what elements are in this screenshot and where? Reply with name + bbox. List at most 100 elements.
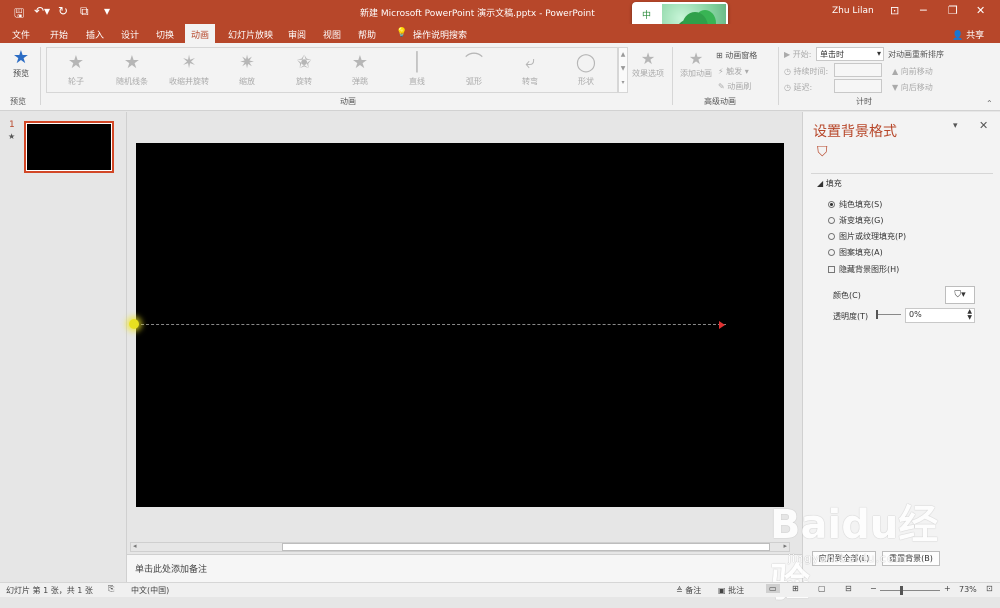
anim-shrink-turn[interactable]: ✶ 收缩并旋转 bbox=[164, 52, 214, 87]
animation-pane-button[interactable]: ⊞ 动画窗格 bbox=[716, 50, 757, 61]
start-select[interactable]: 单击时 ▾ bbox=[816, 47, 884, 61]
customize-qat-icon[interactable]: ▾ bbox=[104, 4, 110, 18]
pane-options-chevron-icon[interactable]: ▾ bbox=[953, 121, 958, 131]
gradient-fill-radio[interactable] bbox=[828, 217, 835, 224]
arc-path-icon: ⌒ bbox=[465, 52, 483, 73]
scroll-left-icon[interactable]: ◂ bbox=[133, 542, 137, 550]
anim-swivel[interactable]: ✬ 旋转 bbox=[279, 52, 329, 87]
slide-number: 1 bbox=[9, 120, 15, 130]
slide-sorter-icon[interactable]: ⊞ bbox=[792, 584, 799, 593]
anim-bounce[interactable]: ★ 弹跳 bbox=[335, 52, 385, 87]
solid-fill-radio[interactable] bbox=[828, 201, 835, 208]
anim-shapes[interactable]: ◯ 形状 bbox=[561, 52, 611, 87]
redo-icon[interactable]: ↻ bbox=[58, 4, 68, 18]
zoom-slider-handle[interactable] bbox=[900, 586, 903, 595]
scrollbar-thumb[interactable] bbox=[282, 543, 770, 551]
language-indicator[interactable]: 中文(中国) bbox=[131, 585, 169, 596]
tab-animations[interactable]: 动画 bbox=[185, 24, 216, 43]
close-button[interactable]: ✕ bbox=[976, 4, 985, 17]
zoom-in-icon[interactable]: + bbox=[944, 584, 951, 593]
fill-bucket-icon[interactable]: ⛉ bbox=[817, 144, 828, 160]
animation-star-icon: ★ bbox=[8, 132, 16, 141]
animation-pane-icon: ⊞ bbox=[716, 51, 723, 60]
tab-insert[interactable]: 插入 bbox=[86, 28, 104, 41]
tell-me-search[interactable]: 操作说明搜索 bbox=[413, 28, 467, 41]
tab-transitions[interactable]: 切换 bbox=[156, 28, 174, 41]
pattern-fill-radio[interactable] bbox=[828, 249, 835, 256]
motion-path-line[interactable] bbox=[136, 324, 726, 326]
fill-section-header[interactable]: ◢ 填充 bbox=[817, 178, 842, 189]
ribbon-tabs: 文件 开始 插入 设计 切换 动画 幻灯片放映 审阅 视图 帮助 💡 操作说明搜… bbox=[0, 24, 1000, 43]
anim-lines[interactable]: │ 直线 bbox=[392, 52, 442, 87]
slideshow-view-icon[interactable]: ⊟ bbox=[845, 584, 852, 593]
slide-thumbnail[interactable] bbox=[24, 121, 114, 173]
anim-arcs-label: 弧形 bbox=[466, 77, 482, 86]
preview-button[interactable]: ★ 预览 bbox=[8, 47, 34, 79]
gradient-fill-option[interactable]: 渐变填充(G) bbox=[828, 215, 883, 226]
user-name[interactable]: Zhu Lilan bbox=[832, 6, 874, 16]
ribbon-display-options-icon[interactable]: ⊡ bbox=[890, 4, 899, 17]
duration-field[interactable] bbox=[834, 63, 882, 77]
animation-painter-button[interactable]: ✎ 动画刷 bbox=[718, 81, 751, 92]
trigger-button[interactable]: ⚡ 触发 ▾ bbox=[718, 66, 749, 77]
delay-field[interactable] bbox=[834, 79, 882, 93]
picture-fill-radio[interactable] bbox=[828, 233, 835, 240]
tab-file[interactable]: 文件 bbox=[12, 28, 30, 41]
group-preview-label: 预览 bbox=[10, 97, 26, 106]
start-from-beginning-icon[interactable]: ⧉ bbox=[80, 4, 89, 19]
hide-graphics-checkbox[interactable] bbox=[828, 266, 835, 273]
anim-arcs[interactable]: ⌒ 弧形 bbox=[449, 52, 499, 87]
fit-slide-icon[interactable]: ⊡ bbox=[986, 584, 993, 593]
color-picker-button[interactable]: ⛉▾ bbox=[945, 286, 975, 304]
tab-view[interactable]: 视图 bbox=[323, 28, 341, 41]
picture-fill-option[interactable]: 图片或纹理填充(P) bbox=[828, 231, 906, 242]
motion-path-start-point[interactable] bbox=[129, 319, 139, 329]
down-arrow-icon: ▼ bbox=[892, 83, 899, 92]
add-animation-label: 添加动画 bbox=[680, 69, 712, 78]
pattern-fill-option[interactable]: 图案填充(A) bbox=[828, 247, 883, 258]
share-button[interactable]: 👤 共享 bbox=[952, 28, 984, 41]
motion-path-end-arrow[interactable] bbox=[719, 321, 725, 329]
undo-icon[interactable]: ↶▾ bbox=[34, 4, 50, 18]
notes-pane[interactable]: 单击此处添加备注 bbox=[127, 554, 802, 582]
painter-icon: ✎ bbox=[718, 82, 725, 91]
wheel-star-icon: ★ bbox=[67, 52, 85, 73]
shape-path-icon: ◯ bbox=[575, 52, 597, 73]
add-animation-button[interactable]: ★ 添加动画 bbox=[678, 49, 714, 79]
move-later-button[interactable]: ▼ 向后移动 bbox=[892, 82, 933, 93]
zoom-slider[interactable] bbox=[880, 590, 940, 591]
move-earlier-button[interactable]: ▲ 向前移动 bbox=[892, 66, 933, 77]
anim-wheel[interactable]: ★ 轮子 bbox=[51, 52, 101, 87]
pane-close-icon[interactable]: ✕ bbox=[979, 119, 988, 132]
anim-random-bars[interactable]: ★ 随机线条 bbox=[107, 52, 157, 87]
gallery-scroll[interactable]: ▲ ▼ ▾ bbox=[618, 47, 628, 93]
solid-fill-option[interactable]: 纯色填充(S) bbox=[828, 199, 882, 210]
zoom-level[interactable]: 73% bbox=[959, 585, 977, 594]
notes-icon: ≜ bbox=[676, 586, 683, 595]
collapse-ribbon-icon[interactable]: ⌃ bbox=[986, 99, 993, 108]
tab-design[interactable]: 设计 bbox=[121, 28, 139, 41]
reading-view-icon[interactable]: ▢ bbox=[818, 584, 826, 593]
spinner-icon[interactable]: ▲ ▼ bbox=[967, 309, 972, 321]
tab-review[interactable]: 审阅 bbox=[288, 28, 306, 41]
save-icon[interactable]: 🖫 bbox=[14, 4, 24, 25]
restore-button[interactable]: ❐ bbox=[948, 4, 958, 17]
anim-turns[interactable]: ⤶ 转弯 bbox=[505, 52, 555, 87]
effect-options-button[interactable]: ★ 效果选项 bbox=[630, 49, 666, 79]
anim-zoom[interactable]: ✷ 缩放 bbox=[222, 52, 272, 87]
notes-toggle[interactable]: ≜ 备注 bbox=[676, 585, 701, 596]
transparency-input[interactable]: 0% ▲ ▼ bbox=[905, 308, 975, 323]
tab-help[interactable]: 帮助 bbox=[358, 28, 376, 41]
zoom-out-icon[interactable]: − bbox=[870, 584, 877, 593]
comments-toggle[interactable]: ▣ 批注 bbox=[718, 585, 744, 596]
tab-home[interactable]: 开始 bbox=[50, 28, 68, 41]
transparency-slider-handle[interactable] bbox=[876, 310, 878, 319]
hide-graphics-option[interactable]: 隐藏背景图形(H) bbox=[828, 264, 899, 275]
spell-check-icon[interactable]: ⎘ bbox=[108, 584, 114, 594]
tab-slideshow[interactable]: 幻灯片放映 bbox=[228, 28, 273, 41]
move-earlier-label: 向前移动 bbox=[900, 67, 933, 76]
solid-fill-label: 纯色填充(S) bbox=[839, 200, 883, 209]
minimize-button[interactable]: ─ bbox=[920, 4, 927, 17]
normal-view-icon[interactable]: ▭ bbox=[766, 584, 780, 593]
transparency-slider[interactable] bbox=[877, 314, 901, 315]
